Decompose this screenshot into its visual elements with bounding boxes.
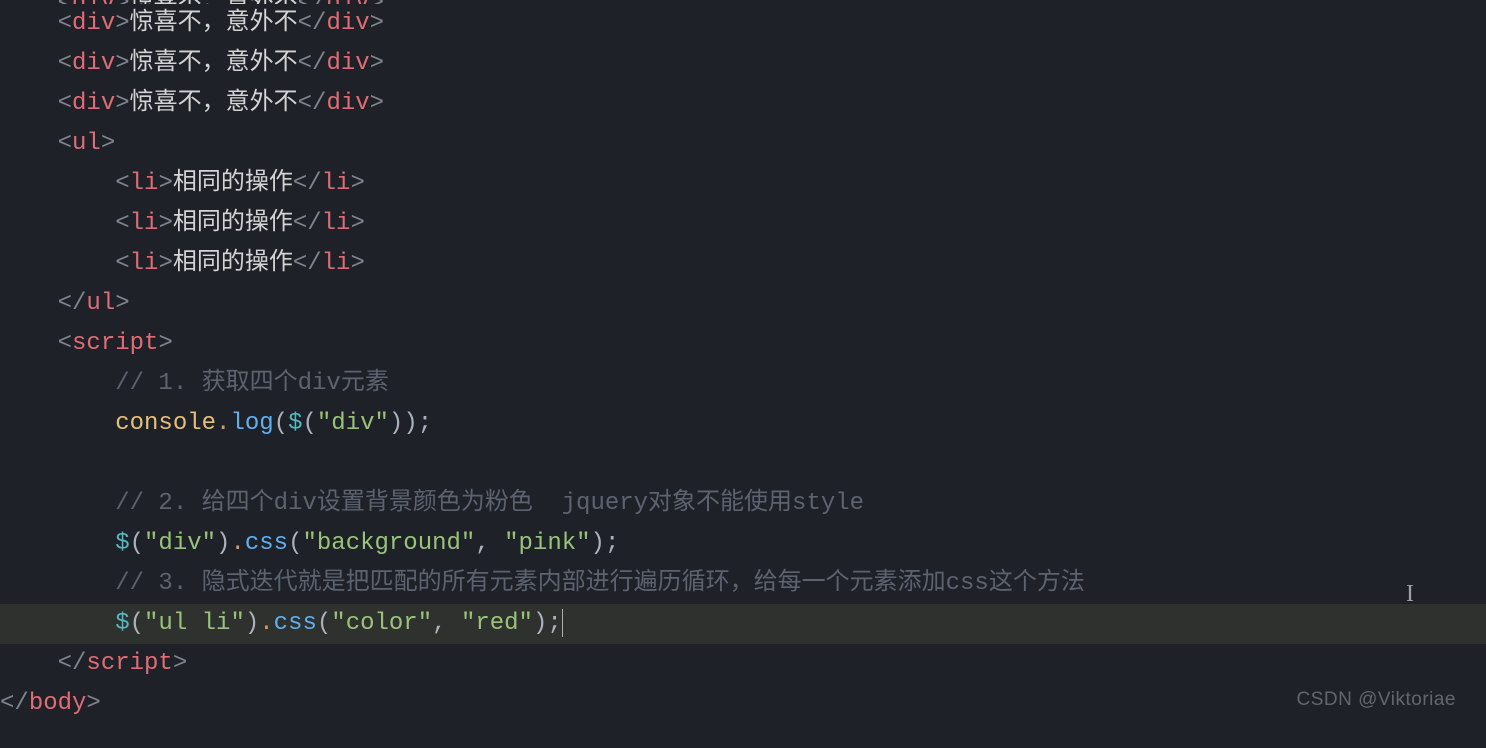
code-line: <li>相同的操作</li>: [0, 164, 1486, 204]
code-line: // 3. 隐式迭代就是把匹配的所有元素内部进行遍历循环，给每一个元素添加css…: [0, 564, 1486, 604]
code-line: <div>惊喜不，意外不</div>: [0, 84, 1486, 124]
code-line: // 1. 获取四个div元素: [0, 364, 1486, 404]
code-line: <li>相同的操作</li>: [0, 244, 1486, 284]
code-line: </script>: [0, 644, 1486, 684]
watermark: CSDN @Viktoriae: [1297, 680, 1456, 720]
code-line: </ul>: [0, 284, 1486, 324]
code-line: console.log($("div"));: [0, 404, 1486, 444]
code-line-active: $("ul li").css("color", "red");: [0, 604, 1486, 644]
code-line: <li>相同的操作</li>: [0, 204, 1486, 244]
code-editor[interactable]: <div>惊喜不，意外不</div> <div>惊喜不，意外不</div> <d…: [0, 0, 1486, 724]
code-line: <div>惊喜不，意外不</div>: [0, 44, 1486, 84]
code-line: // 2. 给四个div设置背景颜色为粉色 jquery对象不能使用style: [0, 484, 1486, 524]
code-line: </body>: [0, 684, 1486, 724]
code-line: <ul>: [0, 124, 1486, 164]
code-line-blank: [0, 444, 1486, 484]
text-cursor-icon: [562, 609, 563, 637]
code-line: $("div").css("background", "pink");: [0, 524, 1486, 564]
code-line: <div>惊喜不，意外不</div>: [0, 4, 1486, 44]
code-line: <script>: [0, 324, 1486, 364]
i-beam-cursor-icon: I: [1406, 574, 1414, 614]
